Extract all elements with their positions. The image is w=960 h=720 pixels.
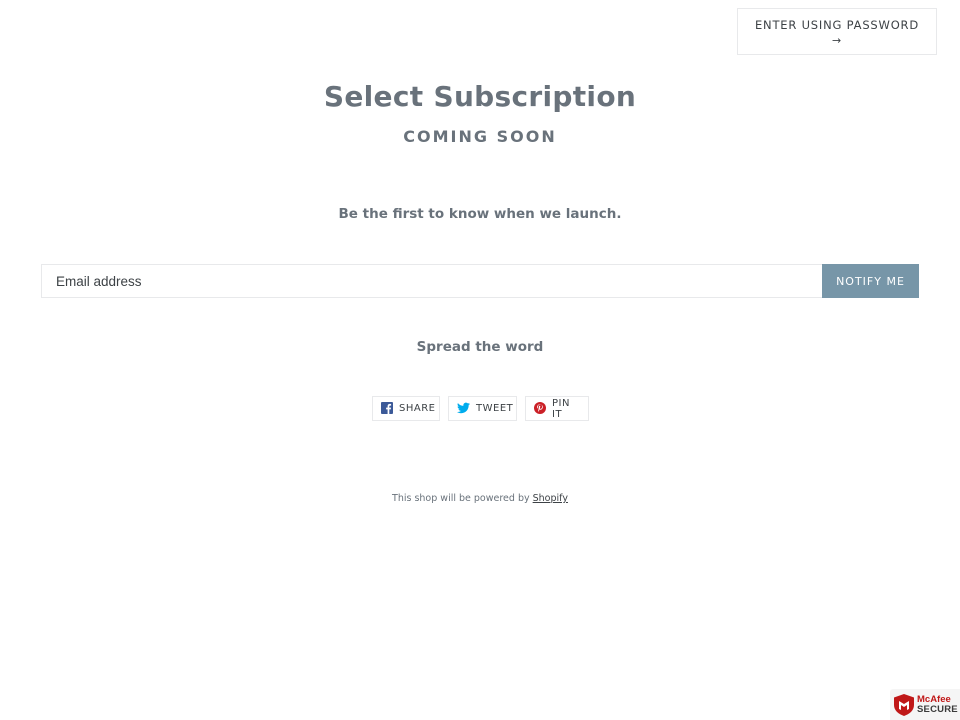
email-field[interactable] [41,264,822,298]
mcafee-brand: McAfee [917,693,951,705]
tweet-label: TWEET [476,403,514,414]
enter-password-button[interactable]: ENTER USING PASSWORD → [737,8,937,55]
social-sharing: SHARE TWEET PIN IT [0,396,960,421]
launch-tagline: Be the first to know when we launch. [338,206,622,222]
coming-soon-subtitle: COMING SOON [403,127,557,146]
shopify-link[interactable]: Shopify [533,493,568,504]
mcafee-secure-badge[interactable]: McAfee SECURE [890,689,960,720]
newsletter-form: NOTIFY ME [41,264,919,298]
mcafee-secure-label: SECURE [917,703,958,715]
tweet-twitter-button[interactable]: TWEET [448,396,517,421]
page-title: Select Subscription [323,80,637,113]
facebook-icon [381,402,393,415]
pinterest-icon [534,402,546,415]
powered-by-prefix: This shop will be powered by [392,493,533,504]
spread-the-word-heading: Spread the word [416,339,544,355]
password-page: ENTER USING PASSWORD → Select Subscripti… [0,0,960,720]
mcafee-shield-icon [894,693,914,716]
pin-it-label: PIN IT [552,397,570,420]
powered-by-text: This shop will be powered by Shopify [0,493,960,504]
arrow-right-icon: → [831,34,843,47]
share-facebook-button[interactable]: SHARE [372,396,440,421]
enter-password-label: ENTER USING PASSWORD [754,18,920,32]
pin-it-pinterest-button[interactable]: PIN IT [525,396,589,421]
notify-me-button[interactable]: NOTIFY ME [822,264,919,298]
share-label: SHARE [399,403,436,414]
twitter-icon [457,402,470,415]
mcafee-text: McAfee SECURE [917,693,958,715]
